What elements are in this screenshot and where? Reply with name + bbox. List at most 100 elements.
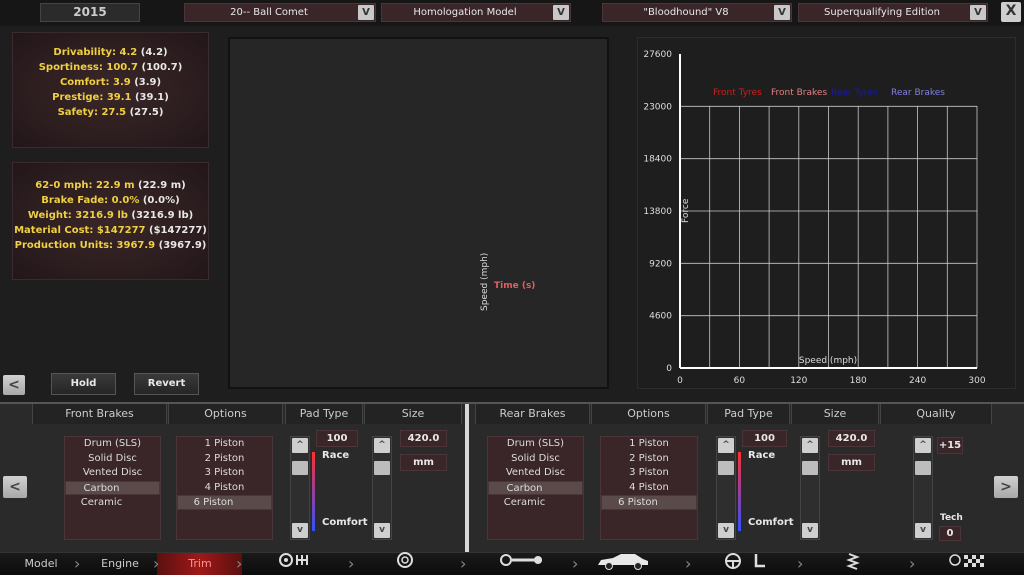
nav-engine-tab[interactable]: Engine — [88, 552, 152, 575]
x-tick-label: 120 — [790, 376, 807, 386]
front-size-slider-thumb[interactable] — [374, 461, 390, 475]
x-tick-label: 60 — [734, 376, 746, 386]
close-button[interactable]: X — [1001, 2, 1021, 22]
chevron-right-icon: › — [572, 554, 579, 573]
list-item[interactable]: Carbon Ceramic — [65, 480, 160, 508]
chevron-right-icon: › — [74, 554, 81, 573]
steering-icon[interactable] — [718, 552, 748, 575]
variant-select[interactable]: Superqualifying Edition V — [798, 3, 988, 22]
list-item[interactable]: 2 Piston — [601, 452, 697, 467]
front-size-value: 420.0 — [400, 430, 447, 447]
x-tick-label: 180 — [850, 376, 867, 386]
front-pad-down-button[interactable]: v — [292, 523, 308, 538]
next-section-button[interactable]: > — [994, 476, 1018, 498]
rear-size-down-button[interactable]: v — [802, 523, 818, 538]
list-item[interactable]: 6 Piston — [177, 495, 272, 510]
rear-brakes-header: Rear Brakes — [475, 404, 590, 424]
y-axis-label: Force — [681, 198, 691, 223]
wheel-icon[interactable] — [385, 552, 425, 575]
rear-pad-gradient — [738, 452, 741, 531]
list-item[interactable]: 1 Piston — [177, 437, 272, 452]
front-size-up-button[interactable]: ^ — [374, 438, 390, 453]
x-tick-label: 240 — [909, 376, 926, 386]
rear-quality-slider-thumb[interactable] — [915, 461, 931, 475]
finish-flag-icon[interactable] — [945, 552, 991, 575]
list-item[interactable]: Carbon Ceramic — [488, 480, 583, 508]
engine-dropdown-button[interactable]: V — [774, 5, 790, 20]
list-item[interactable]: Vented Disc — [488, 466, 583, 481]
front-size-slider[interactable]: ^ v — [372, 436, 392, 540]
suspension-icon[interactable] — [838, 552, 868, 575]
list-item[interactable]: Vented Disc — [65, 466, 160, 481]
list-item[interactable]: 3 Piston — [601, 466, 697, 481]
front-pad-slider[interactable]: ^ v — [290, 436, 310, 540]
stat-row: Sportiness: 100.7 (100.7) — [38, 62, 183, 73]
rear-pad-slider-thumb[interactable] — [718, 461, 734, 475]
prev-page-button[interactable]: < — [3, 375, 25, 395]
tech-value: 0 — [939, 526, 961, 541]
model-select[interactable]: 20-- Ball Comet V — [184, 3, 376, 22]
list-item[interactable]: Drum (SLS) — [488, 437, 583, 452]
list-item[interactable]: Solid Disc — [65, 452, 160, 467]
revert-button[interactable]: Revert — [134, 373, 199, 395]
list-item[interactable]: 4 Piston — [177, 481, 272, 496]
y-tick-label: 13800 — [643, 207, 672, 217]
rear-quality-slider[interactable]: ^ v — [913, 436, 933, 540]
list-item[interactable]: Solid Disc — [488, 452, 583, 467]
front-pad-value: 100 — [316, 430, 358, 447]
list-item[interactable]: 1 Piston — [601, 437, 697, 452]
rear-pad-comfort-label: Comfort — [748, 517, 794, 528]
list-item[interactable]: 3 Piston — [177, 466, 272, 481]
trim-dropdown-button[interactable]: V — [553, 5, 569, 20]
chevron-right-icon: › — [909, 554, 916, 573]
trim-select[interactable]: Homologation Model V — [381, 3, 571, 22]
stat-row: Comfort: 3.9 (3.9) — [59, 77, 162, 88]
rear-pad-up-button[interactable]: ^ — [718, 438, 734, 453]
spec-row: 62-0 mph: 22.9 m (22.9 m) — [35, 180, 186, 191]
gearbox-icon[interactable] — [270, 552, 320, 575]
y-tick-label: 4600 — [649, 312, 672, 322]
front-size-header: Size — [364, 404, 462, 424]
rear-size-slider[interactable]: ^ v — [800, 436, 820, 540]
rear-pad-type-header: Pad Type — [707, 404, 790, 424]
rear-pad-race-label: Race — [748, 450, 776, 461]
rear-quality-header: Quality — [880, 404, 992, 424]
x-axis-label: Speed (mph) — [799, 356, 857, 366]
variant-dropdown-button[interactable]: V — [970, 5, 986, 20]
list-item[interactable]: 6 Piston — [601, 495, 697, 510]
front-pad-comfort-label: Comfort — [322, 517, 368, 528]
model-dropdown-button[interactable]: V — [358, 5, 374, 20]
engine-select[interactable]: "Bloodhound" V8 V — [602, 3, 792, 22]
hold-button[interactable]: Hold — [51, 373, 116, 395]
list-item[interactable]: Drum (SLS) — [65, 437, 160, 452]
chassis-icon[interactable] — [492, 552, 552, 575]
legend-entry: Front Brakes — [771, 88, 827, 98]
front-size-down-button[interactable]: v — [374, 523, 390, 538]
plot-x-axis-label: Time (s) — [494, 281, 536, 291]
rear-size-slider-thumb[interactable] — [802, 461, 818, 475]
prev-section-button[interactable]: < — [3, 476, 27, 498]
rear-brake-type-list[interactable]: Drum (SLS) Solid Disc Vented Disc Carbon… — [487, 436, 584, 540]
list-item[interactable]: 2 Piston — [177, 452, 272, 467]
car-body-icon[interactable] — [593, 552, 653, 575]
front-pad-slider-thumb[interactable] — [292, 461, 308, 475]
front-piston-list[interactable]: 1 Piston 2 Piston 3 Piston 4 Piston 6 Pi… — [176, 436, 273, 540]
rear-piston-list[interactable]: 1 Piston 2 Piston 3 Piston 4 Piston 6 Pi… — [600, 436, 698, 540]
front-size-unit: mm — [400, 454, 447, 471]
seat-icon[interactable] — [748, 552, 772, 575]
rear-quality-up-button[interactable]: ^ — [915, 438, 931, 453]
rear-size-up-button[interactable]: ^ — [802, 438, 818, 453]
front-brake-type-list[interactable]: Drum (SLS) Solid Disc Vented Disc Carbon… — [64, 436, 161, 540]
chevron-right-icon: › — [797, 554, 804, 573]
legend-entry: Front Tyres — [713, 88, 762, 98]
nav-model-tab[interactable]: Model — [10, 552, 72, 575]
list-item[interactable]: 4 Piston — [601, 481, 697, 496]
rear-pad-slider[interactable]: ^ v — [716, 436, 736, 540]
force-chart: 0 4600 9200 13800 18400 23000 27600 0 60 120 180 24… — [643, 50, 985, 386]
nav-trim-tab[interactable]: Trim — [168, 552, 232, 575]
rear-pad-down-button[interactable]: v — [718, 523, 734, 538]
rear-quality-down-button[interactable]: v — [915, 523, 931, 538]
front-brakes-header: Front Brakes — [32, 404, 167, 424]
front-pad-up-button[interactable]: ^ — [292, 438, 308, 453]
plot-y-axis-label: Speed (mph) — [480, 252, 490, 311]
